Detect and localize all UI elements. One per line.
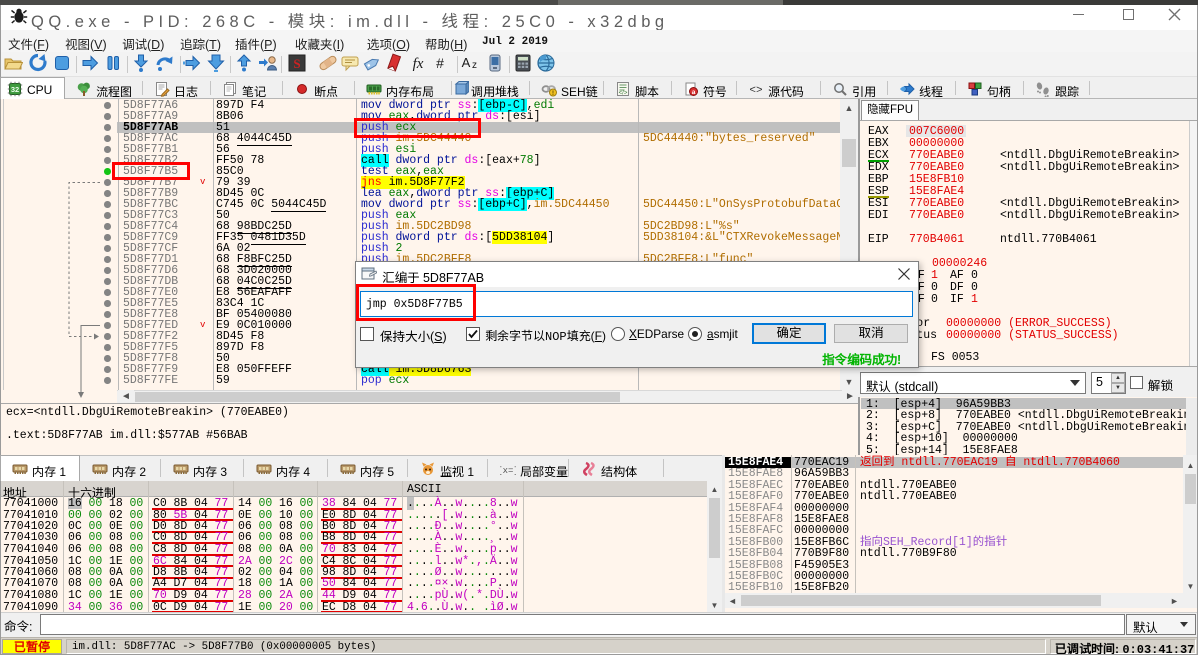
svg-text:[x=]: [x=] [500,466,516,476]
svg-text:z: z [472,60,477,71]
svg-text:a: a [692,89,696,96]
svg-text:!: ! [552,91,554,97]
svg-text:S: S [293,56,300,71]
svg-text:A: A [462,55,471,70]
svg-text:<>: <> [749,85,762,97]
svg-text:32: 32 [11,85,19,94]
svg-text:</>: </> [619,91,628,97]
svg-text:fx: fx [413,56,424,72]
svg-text:#: # [436,55,444,71]
